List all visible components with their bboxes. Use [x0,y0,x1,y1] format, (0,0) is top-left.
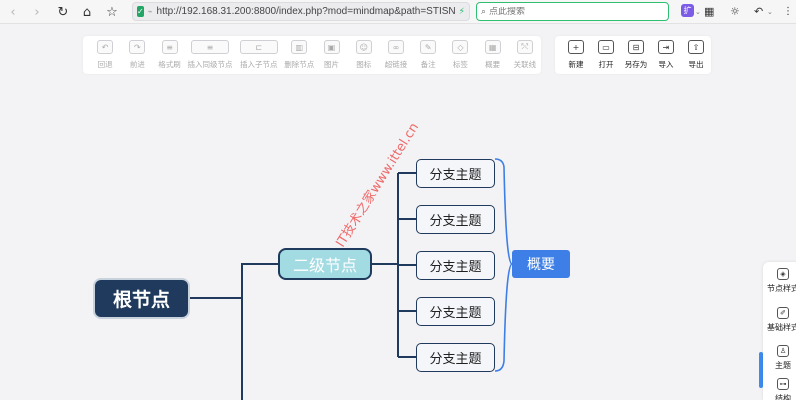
side-panel-label: 基础样式 [767,323,796,332]
branch-node[interactable]: 分支主题 [416,251,495,280]
side-panel-label: 结构 [775,394,791,400]
root-connector [188,297,243,400]
summary-bracket [494,158,513,372]
second-level-node[interactable]: 二级节点 [278,248,372,280]
theme-icon: ♙ [777,345,789,357]
branch-leaf-connectors [398,172,416,358]
branch-node[interactable]: 分支主题 [416,205,495,234]
base-style-icon: ✐ [777,307,789,319]
side-panel-item-theme[interactable]: ♙ 主题 [763,345,796,371]
root-to-second-connector [241,263,278,298]
node-style-icon: ◈ [777,268,789,280]
summary-node[interactable]: 概要 [512,250,570,278]
side-panel-label: 节点样式 [767,284,796,293]
side-panel-item-base-style[interactable]: ✐ 基础样式 [763,307,796,333]
side-panel-label: 主题 [775,361,791,370]
root-node[interactable]: 根节点 [95,280,188,317]
structure-icon: ⊶ [777,378,789,390]
side-panel-item-node-style[interactable]: ◈ 节点样式 [763,268,796,294]
branch-node[interactable]: 分支主题 [416,343,495,372]
branch-node[interactable]: 分支主题 [416,297,495,326]
mindmap-connectors [188,158,513,400]
branch-node[interactable]: 分支主题 [416,159,495,188]
side-panel-item-structure[interactable]: ⊶ 结构 [763,378,796,400]
side-panel: ◈ 节点样式 ✐ 基础样式 ♙ 主题 ⊶ 结构 [763,262,796,400]
